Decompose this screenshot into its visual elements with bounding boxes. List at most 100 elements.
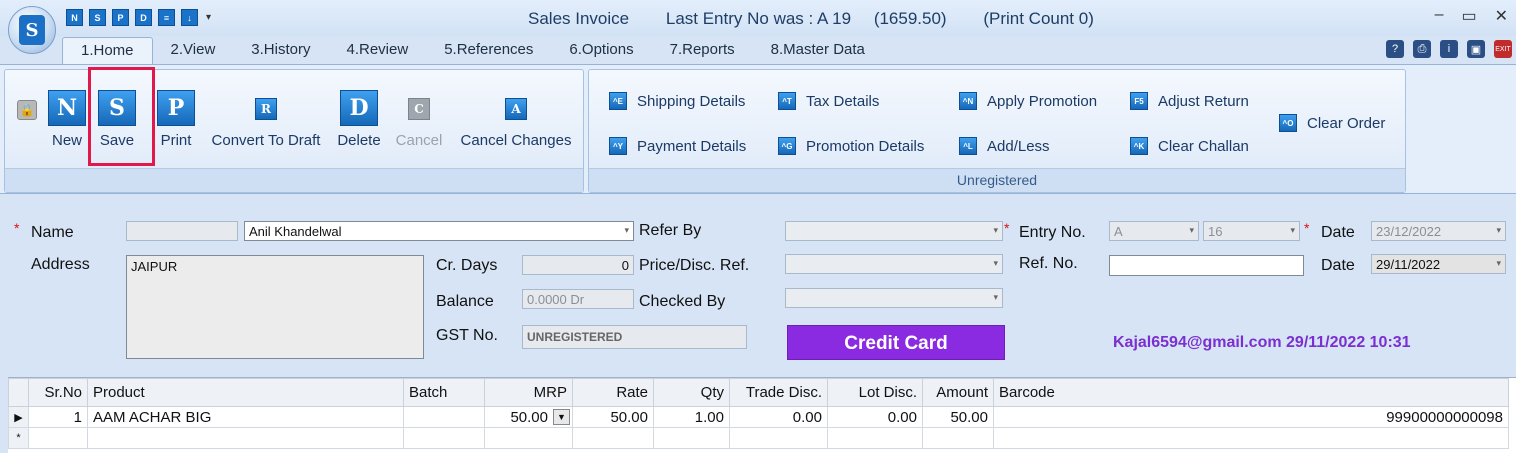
ref-date-dropdown-icon[interactable]: ▾: [1496, 258, 1501, 269]
help-icon[interactable]: ?: [1386, 40, 1404, 58]
col-rate[interactable]: Rate: [572, 378, 654, 407]
party-name-dropdown-icon[interactable]: ▾: [624, 225, 629, 236]
party-name-field[interactable]: Anil Khandelwal ▾: [244, 221, 634, 241]
cell-qty[interactable]: 1.00: [653, 406, 730, 428]
col-product[interactable]: Product: [87, 378, 404, 407]
quick-delete-icon[interactable]: D: [135, 9, 152, 26]
col-sr-no[interactable]: Sr.No: [28, 378, 88, 407]
checked-by-dropdown-icon[interactable]: ▾: [993, 292, 998, 303]
cell-amount[interactable]: 50.00: [922, 406, 994, 428]
convert-to-draft-label: Convert To Draft: [211, 132, 321, 149]
current-row-marker[interactable]: ▶: [8, 406, 29, 428]
printer-settings-icon[interactable]: ⎙: [1413, 40, 1431, 58]
refer-by-dropdown[interactable]: ▾: [785, 221, 1003, 241]
tax-details-button[interactable]: ^T Tax Details: [778, 92, 879, 110]
cell-batch[interactable]: [403, 406, 485, 428]
cr-days-field[interactable]: 0: [522, 255, 634, 275]
new-cell-batch[interactable]: [403, 427, 485, 449]
maximize-icon[interactable]: ▭: [1461, 6, 1476, 26]
convert-to-draft-button[interactable]: R Convert To Draft: [208, 90, 324, 149]
table-new-row[interactable]: *: [8, 427, 1509, 449]
checked-by-dropdown[interactable]: ▾: [785, 288, 1003, 308]
quick-list-icon[interactable]: ≡: [158, 9, 175, 26]
cell-sr-no[interactable]: 1: [28, 406, 88, 428]
new-button[interactable]: N New: [47, 90, 87, 149]
col-mrp[interactable]: MRP: [484, 378, 573, 407]
cell-barcode[interactable]: 99900000000098: [993, 406, 1509, 428]
minimize-icon[interactable]: –: [1435, 6, 1444, 26]
quick-access-dropdown-icon[interactable]: ▾: [206, 12, 211, 23]
tab-options[interactable]: 6.Options: [551, 37, 651, 65]
price-disc-ref-dropdown-icon[interactable]: ▾: [993, 258, 998, 269]
new-cell-amount[interactable]: [922, 427, 994, 449]
tab-home[interactable]: 1.Home: [62, 37, 153, 65]
refer-by-dropdown-icon[interactable]: ▾: [993, 225, 998, 236]
col-qty[interactable]: Qty: [653, 378, 730, 407]
entry-number-dropdown-icon[interactable]: ▾: [1290, 225, 1295, 236]
info-icon[interactable]: i: [1440, 40, 1458, 58]
ref-date-field[interactable]: 29/11/2022 ▾: [1371, 254, 1506, 274]
exit-icon[interactable]: EXIT: [1494, 40, 1512, 58]
cell-product[interactable]: AAM ACHAR BIG: [87, 406, 404, 428]
address-field[interactable]: JAIPUR: [126, 255, 424, 359]
entry-series-field[interactable]: A ▾: [1109, 221, 1199, 241]
clear-challan-button[interactable]: ^K Clear Challan: [1130, 137, 1249, 155]
col-batch[interactable]: Batch: [403, 378, 485, 407]
row-header-corner: [8, 378, 29, 407]
entry-date-dropdown-icon[interactable]: ▾: [1496, 225, 1501, 236]
quick-download-icon[interactable]: ↓: [181, 9, 198, 26]
delete-button[interactable]: D Delete: [336, 90, 382, 149]
quick-print-icon[interactable]: P: [112, 9, 129, 26]
quick-save-icon[interactable]: S: [89, 9, 106, 26]
entry-series-dropdown-icon[interactable]: ▾: [1189, 225, 1194, 236]
new-cell-barcode[interactable]: [993, 427, 1509, 449]
print-button[interactable]: P Print: [156, 90, 196, 149]
tab-review[interactable]: 4.Review: [328, 37, 426, 65]
new-row-marker[interactable]: *: [8, 427, 29, 449]
cancel-button[interactable]: C Cancel: [394, 90, 444, 149]
credit-card-button[interactable]: Credit Card: [787, 325, 1005, 360]
new-cell-lot-disc[interactable]: [827, 427, 923, 449]
quick-new-icon[interactable]: N: [66, 9, 83, 26]
table-row[interactable]: ▶ 1 AAM ACHAR BIG 50.00 ▼ 50.00 1.00 0.0…: [8, 406, 1509, 428]
cell-trade-disc[interactable]: 0.00: [729, 406, 828, 428]
shipping-details-button[interactable]: ^E Shipping Details: [609, 92, 745, 110]
new-cell-rate[interactable]: [572, 427, 654, 449]
tab-reports[interactable]: 7.Reports: [652, 37, 753, 65]
cell-rate[interactable]: 50.00: [572, 406, 654, 428]
entry-number-field[interactable]: 16 ▾: [1203, 221, 1300, 241]
col-barcode[interactable]: Barcode: [993, 378, 1509, 407]
payment-details-button[interactable]: ^Y Payment Details: [609, 137, 746, 155]
price-disc-ref-dropdown[interactable]: ▾: [785, 254, 1003, 274]
add-less-icon: ^L: [959, 137, 977, 155]
title-bar: N S P D ≡ ↓ ▾ Sales Invoice Last Entry N…: [0, 0, 1516, 36]
lock-icon[interactable]: 🔒: [17, 100, 37, 120]
app-menu-button[interactable]: S: [8, 6, 56, 54]
close-icon[interactable]: ✕: [1495, 6, 1508, 26]
mrp-dropdown-icon[interactable]: ▼: [553, 409, 570, 425]
cell-mrp[interactable]: 50.00 ▼: [484, 406, 573, 428]
ref-no-field[interactable]: [1109, 255, 1304, 276]
clear-order-button[interactable]: ^O Clear Order: [1279, 114, 1385, 132]
new-cell-sr-no[interactable]: [28, 427, 88, 449]
col-lot-disc[interactable]: Lot Disc.: [827, 378, 923, 407]
col-trade-disc[interactable]: Trade Disc.: [729, 378, 828, 407]
window-icon[interactable]: ▣: [1467, 40, 1485, 58]
cell-lot-disc[interactable]: 0.00: [827, 406, 923, 428]
new-cell-mrp[interactable]: [484, 427, 573, 449]
tab-master-data[interactable]: 8.Master Data: [753, 37, 883, 65]
add-less-button[interactable]: ^L Add/Less: [959, 137, 1050, 155]
tab-history[interactable]: 3.History: [233, 37, 328, 65]
cancel-changes-button[interactable]: A Cancel Changes: [460, 90, 572, 149]
promotion-details-button[interactable]: ^G Promotion Details: [778, 137, 924, 155]
new-cell-product[interactable]: [87, 427, 404, 449]
tab-view[interactable]: 2.View: [153, 37, 234, 65]
col-amount[interactable]: Amount: [922, 378, 994, 407]
new-cell-qty[interactable]: [653, 427, 730, 449]
apply-promotion-button[interactable]: ^N Apply Promotion: [959, 92, 1097, 110]
entry-date-field[interactable]: 23/12/2022 ▾: [1371, 221, 1506, 241]
tab-references[interactable]: 5.References: [426, 37, 551, 65]
party-code-field[interactable]: [126, 221, 238, 241]
adjust-return-button[interactable]: F5 Adjust Return: [1130, 92, 1249, 110]
new-cell-trade-disc[interactable]: [729, 427, 828, 449]
